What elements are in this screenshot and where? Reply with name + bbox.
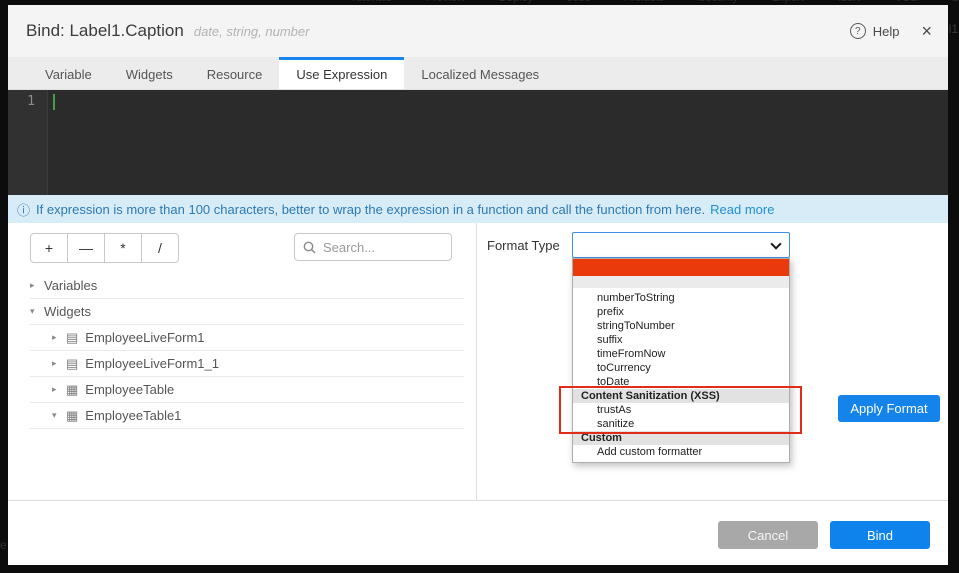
bind-button[interactable]: Bind (830, 521, 930, 549)
info-text: If expression is more than 100 character… (36, 202, 705, 217)
form-widget-icon: ▤ (66, 330, 78, 346)
dropdown-option-selected-blank[interactable] (573, 259, 789, 276)
format-panel: Format Type numberToString prefix string… (477, 223, 948, 500)
dropdown-option[interactable]: timeFromNow (573, 347, 789, 361)
chevron-right-icon[interactable]: ▸ (30, 280, 44, 291)
tree-node-label: EmployeeLiveForm1 (85, 330, 204, 345)
tree-node-label: EmployeeTable (85, 382, 174, 397)
dialog-body: + — * / ▸ Variables ▾ Widgets (8, 223, 948, 500)
table-widget-icon: ▦ (66, 408, 78, 424)
tree-node-label: Widgets (44, 304, 91, 319)
bg-menu-item: I18N (838, 0, 861, 4)
dropdown-option[interactable]: trustAs (573, 403, 789, 417)
background-text-fragment: e (0, 538, 7, 552)
help-label: Help (873, 24, 900, 39)
tab-localized-messages[interactable]: Localized Messages (404, 57, 556, 89)
tab-variable[interactable]: Variable (28, 57, 109, 89)
plus-operator-button[interactable]: + (30, 233, 68, 263)
multiply-operator-button[interactable]: * (104, 233, 142, 263)
read-more-link[interactable]: Read more (710, 202, 774, 217)
dialog-title: Bind: Label1.Caption (26, 21, 184, 41)
format-type-label: Format Type (487, 238, 560, 253)
dropdown-option[interactable]: prefix (573, 305, 789, 319)
form-widget-icon: ▤ (66, 356, 78, 372)
bind-dialog: Bind: Label1.Caption date, string, numbe… (8, 5, 948, 565)
dropdown-option[interactable]: Add custom formatter (573, 445, 789, 459)
table-widget-icon: ▦ (66, 382, 78, 398)
bg-menu-item: Export (772, 0, 804, 4)
bind-source-tree: ▸ Variables ▾ Widgets ▸ ▤ EmployeeLiveFo… (8, 273, 476, 429)
tree-node-label: EmployeeLiveForm1_1 (85, 356, 219, 371)
minus-operator-button[interactable]: — (67, 233, 105, 263)
dropdown-option[interactable]: toDate (573, 375, 789, 389)
tree-node-widgets[interactable]: ▾ Widgets (30, 299, 464, 325)
tree-node-label: Variables (44, 278, 97, 293)
chevron-right-icon[interactable]: ▸ (52, 384, 66, 395)
info-icon: ⓘ (17, 200, 30, 219)
dialog-tabs: Variable Widgets Resource Use Expression… (8, 57, 948, 90)
operator-button-group: + — * / (30, 233, 179, 263)
search-input-wrapper (294, 233, 452, 261)
dropdown-option[interactable]: stringToNumber (573, 319, 789, 333)
tab-widgets[interactable]: Widgets (109, 57, 190, 89)
editor-line-number: 1 (8, 90, 48, 195)
chevron-down-icon[interactable]: ▾ (30, 306, 44, 317)
search-input[interactable] (323, 240, 438, 255)
format-type-dropdown: numberToString prefix stringToNumber suf… (572, 258, 790, 463)
dropdown-option[interactable]: suffix (573, 333, 789, 347)
dropdown-option-blank[interactable] (573, 276, 789, 288)
bg-menu-item: VCS (895, 0, 918, 4)
chevron-down-icon[interactable]: ▾ (52, 410, 66, 421)
tab-resource[interactable]: Resource (190, 57, 280, 89)
dropdown-group-header-xss: Content Sanitization (XSS) (573, 389, 789, 403)
cancel-button[interactable]: Cancel (718, 521, 818, 549)
tree-node-employeeliveform1[interactable]: ▸ ▤ EmployeeLiveForm1 (30, 325, 464, 351)
tab-use-expression[interactable]: Use Expression (279, 57, 404, 89)
dialog-subtitle: date, string, number (194, 24, 310, 39)
tree-node-variables[interactable]: ▸ Variables (30, 273, 464, 299)
chevron-down-icon (770, 238, 781, 249)
dialog-header: Bind: Label1.Caption date, string, numbe… (8, 5, 948, 57)
tree-node-employeetable1[interactable]: ▾ ▦ EmployeeTable1 (30, 403, 464, 429)
dropdown-option[interactable]: sanitize (573, 417, 789, 431)
expression-source-panel: + — * / ▸ Variables ▾ Widgets (8, 223, 477, 500)
bg-menu-item: Preview (426, 0, 465, 4)
dropdown-option[interactable]: numberToString (573, 291, 789, 305)
chevron-right-icon[interactable]: ▸ (52, 358, 66, 369)
tree-node-employeetable[interactable]: ▸ ▦ EmployeeTable (30, 377, 464, 403)
tree-node-label: EmployeeTable1 (85, 408, 181, 423)
info-bar: ⓘ If expression is more than 100 charact… (8, 195, 948, 223)
footer-divider (8, 500, 948, 501)
chevron-right-icon[interactable]: ▸ (52, 332, 66, 343)
divide-operator-button[interactable]: / (141, 233, 179, 263)
dropdown-option[interactable]: toCurrency (573, 361, 789, 375)
bg-menu-item: Settings (952, 0, 959, 4)
help-icon: ? (850, 23, 866, 39)
bg-menu-item: Tutorials (350, 0, 392, 4)
close-icon[interactable]: × (921, 22, 932, 40)
dropdown-group-header-custom: Custom (573, 431, 789, 445)
expression-code-editor[interactable]: 1 (8, 90, 948, 195)
bg-menu-item: Artifacts (624, 0, 664, 4)
tree-node-employeeliveform1-1[interactable]: ▸ ▤ EmployeeLiveForm1_1 (30, 351, 464, 377)
format-type-select[interactable] (572, 232, 790, 258)
bg-menu-item: Jobs (567, 0, 590, 4)
search-icon (303, 241, 316, 254)
editor-cursor (53, 94, 55, 110)
bg-menu-item: Deploy (499, 0, 533, 4)
help-button[interactable]: ? Help (850, 23, 900, 39)
apply-format-button[interactable]: Apply Format (838, 395, 940, 422)
bg-menu-item: Security (698, 0, 738, 4)
